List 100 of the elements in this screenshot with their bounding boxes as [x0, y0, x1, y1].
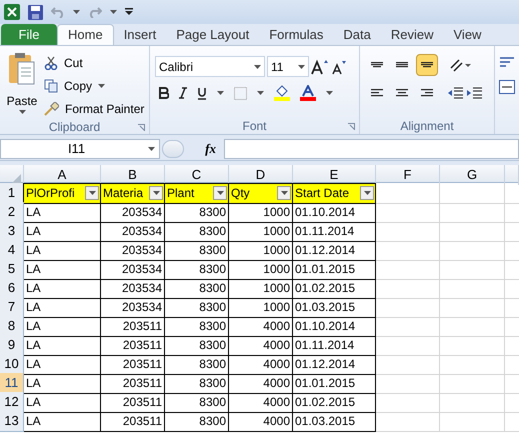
ribbon-tab[interactable]: Page Layout	[166, 24, 260, 45]
row-header[interactable]: 7	[0, 297, 24, 318]
fill-color-icon[interactable]	[274, 85, 290, 101]
filter-dropdown-button[interactable]	[277, 186, 291, 200]
bold-icon[interactable]	[159, 87, 169, 99]
increase-indent-icon[interactable]	[466, 87, 482, 99]
column-header[interactable]: G	[440, 165, 505, 184]
filter-dropdown-button[interactable]	[213, 186, 227, 200]
merge-cells-icon[interactable]	[499, 80, 515, 94]
ribbon-tab[interactable]: Data	[333, 24, 381, 45]
row-header[interactable]: 5	[0, 259, 24, 280]
empty-cell	[440, 183, 505, 204]
italic-icon[interactable]	[179, 87, 187, 99]
empty-cell	[440, 316, 505, 336]
row-header[interactable]: 8	[0, 316, 24, 336]
orientation-icon[interactable]	[449, 58, 471, 72]
table-cell: 8300	[165, 354, 229, 374]
table-cell: 01.02.2015	[293, 278, 376, 298]
dialog-launcher-icon[interactable]	[348, 122, 355, 130]
table-cell: 01.01.2015	[293, 373, 376, 394]
ribbon-tab[interactable]: Insert	[114, 24, 166, 45]
copy-button[interactable]: Copy	[44, 75, 144, 96]
caret-icon	[280, 191, 288, 196]
table-cell: 1000	[229, 278, 293, 298]
copy-icon	[44, 78, 58, 92]
clipboard-icon	[8, 52, 36, 86]
format-painter-button[interactable]: Format Painter	[44, 98, 144, 119]
ribbon-tab[interactable]: View	[444, 24, 492, 45]
ribbon-tab[interactable]: Formulas	[259, 24, 334, 45]
table-cell: LA	[24, 202, 101, 222]
table-cell: 01.10.2014	[293, 202, 376, 222]
table-cell: 1000	[229, 259, 293, 280]
caret-icon	[298, 64, 305, 68]
filter-dropdown-button[interactable]	[85, 186, 99, 200]
customize-toolbar-icon[interactable]	[125, 8, 133, 16]
table-cell: LA	[24, 297, 101, 318]
row-header[interactable]: 9	[0, 335, 24, 356]
caret-icon	[98, 84, 106, 88]
row-header[interactable]: 12	[0, 392, 24, 412]
decrease-indent-icon[interactable]	[447, 87, 463, 99]
empty-cell	[376, 316, 440, 336]
font-name-field[interactable]: Calibri	[155, 56, 265, 77]
table-cell: 203534	[101, 240, 165, 260]
shrink-font-icon[interactable]	[331, 58, 347, 74]
empty-cell	[376, 259, 440, 280]
name-box[interactable]: I11	[0, 138, 160, 158]
row-header[interactable]: 6	[0, 278, 24, 298]
grow-font-icon[interactable]	[311, 58, 329, 74]
ribbon-tab[interactable]: Review	[380, 24, 444, 45]
table-cell: 01.11.2014	[293, 335, 376, 356]
insert-function-label[interactable]: fx	[186, 138, 222, 158]
table-cell: LA	[24, 411, 101, 432]
filter-header-cell: PlOrProfi	[23, 183, 101, 204]
row-header[interactable]: 11	[0, 373, 24, 394]
empty-cell	[440, 411, 505, 432]
row-header[interactable]: 10	[0, 354, 24, 374]
lines-icon	[395, 62, 409, 68]
table-cell: 203511	[101, 411, 165, 432]
table-cell: 01.01.2015	[293, 259, 376, 280]
filter-dropdown-button[interactable]	[149, 186, 163, 200]
formula-input[interactable]	[224, 138, 519, 158]
row-header[interactable]: 13	[0, 411, 24, 432]
wrap-text-icon[interactable]	[499, 56, 515, 70]
dialog-launcher-icon[interactable]	[138, 124, 145, 130]
paste-button[interactable]: Paste	[0, 52, 44, 119]
spreadsheet-app-icon[interactable]	[4, 4, 20, 20]
lines-icon	[395, 89, 409, 97]
row-header[interactable]: 3	[0, 221, 24, 242]
empty-cell	[440, 240, 505, 260]
bottom-align-button[interactable]	[416, 54, 438, 76]
table-cell: 01.12.2014	[293, 240, 376, 260]
table-cell: 203511	[101, 392, 165, 412]
font-color-icon[interactable]	[300, 85, 316, 101]
empty-cell	[376, 240, 440, 260]
font-size-field[interactable]: 11	[267, 56, 309, 77]
cut-button[interactable]: Cut	[44, 52, 144, 73]
table-cell: 01.10.2014	[293, 316, 376, 336]
row-header[interactable]: 2	[0, 202, 24, 222]
save-icon[interactable]	[28, 4, 43, 20]
group-label: Alignment	[400, 118, 454, 135]
row-header[interactable]: 4	[0, 240, 24, 260]
font-color-caret-icon	[326, 91, 333, 95]
caret-icon	[216, 191, 224, 196]
table-cell: 8300	[165, 392, 229, 412]
table-cell: 01.02.2015	[293, 392, 376, 412]
table-cell: LA	[24, 373, 101, 394]
ribbon-tab[interactable]: Home	[57, 24, 114, 45]
empty-cell	[376, 202, 440, 222]
filter-dropdown-button[interactable]	[360, 186, 374, 200]
file-tab[interactable]: File	[1, 24, 57, 45]
table-cell: LA	[24, 259, 101, 280]
empty-cell	[376, 278, 440, 298]
underline-icon[interactable]	[197, 86, 207, 100]
table-cell: 4000	[229, 316, 293, 336]
table-cell: 203534	[101, 278, 165, 298]
borders-icon[interactable]	[234, 86, 247, 100]
formula-bar-handle	[162, 140, 184, 158]
table-cell: 4000	[229, 392, 293, 412]
empty-cell	[376, 373, 440, 394]
table-cell: 8300	[165, 240, 229, 260]
